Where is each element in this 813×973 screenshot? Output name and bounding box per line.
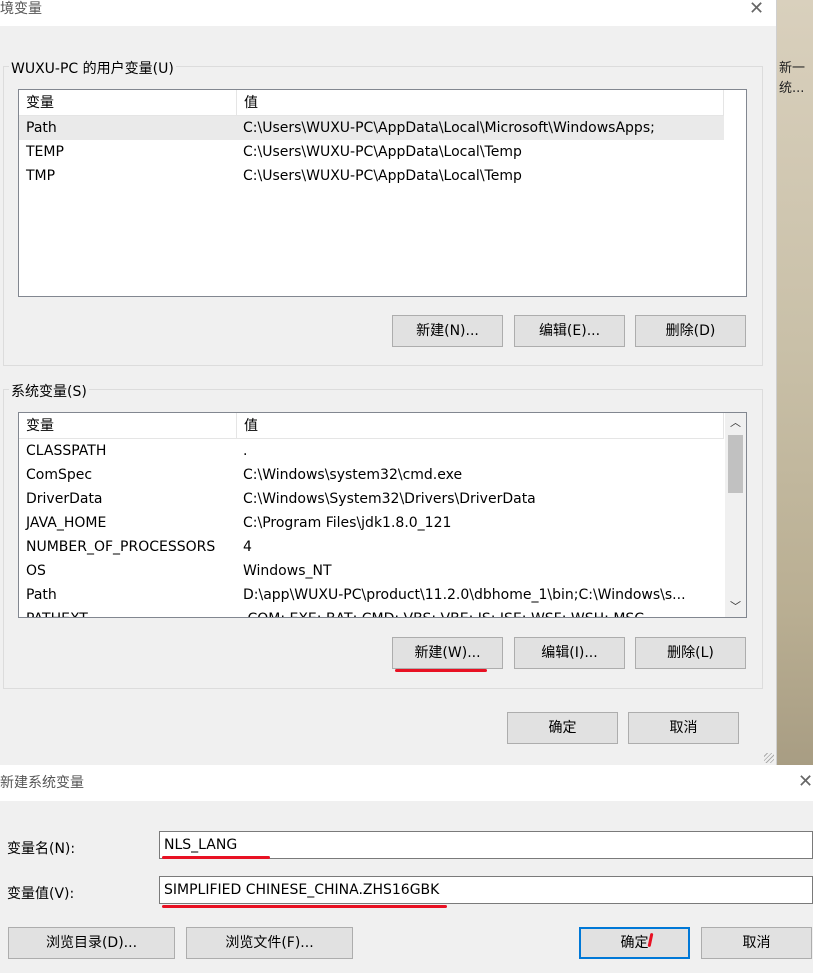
user-new-button[interactable]: 新建(N)... [392, 315, 503, 347]
scroll-up-icon[interactable]: ︿ [725, 413, 746, 433]
ok-button[interactable]: 确定 [507, 712, 618, 744]
table-row[interactable]: DriverData C:\Windows\System32\Drivers\D… [19, 487, 716, 511]
variable-value: C:\Windows\System32\Drivers\DriverData [243, 491, 536, 507]
browse-file-button[interactable]: 浏览文件(F)... [186, 927, 353, 959]
close-icon[interactable]: ✕ [798, 773, 813, 791]
red-underline-annotation [395, 669, 487, 672]
desktop-text-1: 新一 [779, 61, 806, 76]
desktop-background: 新一 统... [777, 0, 813, 765]
table-row[interactable]: OS Windows_NT [19, 559, 716, 583]
scroll-thumb[interactable] [728, 435, 743, 493]
column-header-variable[interactable]: 变量 [19, 413, 237, 438]
env-dialog-titlebar: 环境变量 ✕ [0, 0, 776, 26]
system-delete-button[interactable]: 删除(L) [635, 637, 746, 669]
new-system-variable-dialog: 新建系统变量 ✕ 变量名(N): NLS_LANG 变量值(V): SIMPLI… [0, 765, 813, 973]
variable-value: C:\Windows\system32\cmd.exe [243, 467, 463, 483]
variable-name-label: 变量名(N): [7, 841, 76, 857]
variable-value: C:\Users\WUXU-PC\AppData\Local\Microsoft… [243, 120, 655, 136]
variable-value-field[interactable]: SIMPLIFIED CHINESE_CHINA.ZHS16GBK [159, 876, 813, 904]
user-delete-button[interactable]: 删除(D) [635, 315, 746, 347]
env-dialog-title: 环境变量 [0, 1, 42, 17]
system-variables-label: 系统变量(S) [9, 381, 89, 401]
table-row[interactable]: TEMP C:\Users\WUXU-PC\AppData\Local\Temp [19, 140, 724, 164]
system-edit-button[interactable]: 编辑(I)... [514, 637, 625, 669]
variable-value: C:\Users\WUXU-PC\AppData\Local\Temp [243, 168, 522, 184]
variable-name: PATHEXT [19, 607, 236, 617]
variable-name: TMP [26, 168, 56, 184]
variable-name: JAVA_HOME [26, 515, 107, 531]
system-variables-list[interactable]: 变量 值 CLASSPATH . ComSpec C:\Windows\syst… [18, 412, 747, 618]
variable-name: ComSpec [26, 467, 93, 483]
new-dialog-cancel-button[interactable]: 取消 [701, 927, 812, 959]
variable-value: D:\app\WUXU-PC\product\11.2.0\dbhome_1\b… [243, 587, 686, 603]
variable-value: C:\Users\WUXU-PC\AppData\Local\Temp [243, 144, 522, 160]
table-row[interactable]: TMP C:\Users\WUXU-PC\AppData\Local\Temp [19, 164, 724, 188]
scroll-down-icon[interactable]: ﹀ [725, 597, 746, 617]
column-header-value[interactable]: 值 [237, 413, 724, 438]
variable-value: 4 [243, 539, 252, 555]
desktop-text-2: 统... [779, 81, 805, 96]
column-header-value[interactable]: 值 [237, 90, 724, 115]
variable-name: TEMP [26, 144, 64, 160]
cancel-button[interactable]: 取消 [628, 712, 739, 744]
table-row[interactable]: CLASSPATH . [19, 439, 716, 463]
system-list-header: 变量 值 [19, 413, 724, 439]
variable-name: Path [26, 120, 57, 136]
close-icon[interactable]: ✕ [749, 0, 764, 18]
variable-value: Windows_NT [243, 563, 332, 579]
environment-variables-dialog: 环境变量 ✕ WUXU-PC 的用户变量(U) 变量 值 Path C:\Use… [0, 0, 777, 765]
browse-directory-button[interactable]: 浏览目录(D)... [8, 927, 175, 959]
user-list-header: 变量 值 [19, 90, 724, 116]
table-row[interactable]: Path C:\Users\WUXU-PC\AppData\Local\Micr… [19, 116, 724, 140]
resize-grip-icon[interactable] [764, 753, 774, 763]
variable-value: . [243, 443, 248, 459]
variable-name: OS [26, 563, 46, 579]
red-underline-annotation [162, 905, 447, 908]
user-variables-list[interactable]: 变量 值 Path C:\Users\WUXU-PC\AppData\Local… [18, 89, 747, 297]
vertical-scrollbar[interactable]: ︿ ﹀ [725, 413, 746, 617]
red-underline-annotation [162, 856, 270, 859]
variable-value-label: 变量值(V): [7, 886, 75, 902]
variable-name: Path [26, 587, 57, 603]
variable-value: .COM;.EXE;.BAT;.CMD;.VBS;.VBE;.JS;.JSE;.… [236, 607, 716, 617]
user-variables-label: WUXU-PC 的用户变量(U) [9, 58, 176, 78]
variable-name: CLASSPATH [26, 443, 107, 459]
system-new-button[interactable]: 新建(W)... [392, 637, 503, 669]
new-dialog-titlebar: 新建系统变量 ✕ [0, 765, 813, 801]
table-row[interactable]: PATHEXT .COM;.EXE;.BAT;.CMD;.VBS;.VBE;.J… [19, 607, 716, 617]
table-row[interactable]: JAVA_HOME C:\Program Files\jdk1.8.0_121 [19, 511, 716, 535]
new-dialog-ok-button[interactable]: 确定 [579, 927, 690, 959]
new-dialog-title: 新建系统变量 [0, 775, 84, 791]
variable-name: NUMBER_OF_PROCESSORS [26, 539, 216, 555]
table-row[interactable]: NUMBER_OF_PROCESSORS 4 [19, 535, 716, 559]
table-row[interactable]: ComSpec C:\Windows\system32\cmd.exe [19, 463, 716, 487]
table-row[interactable]: Path D:\app\WUXU-PC\product\11.2.0\dbhom… [19, 583, 716, 607]
variable-name-field[interactable]: NLS_LANG [159, 831, 813, 859]
variable-value: C:\Program Files\jdk1.8.0_121 [243, 515, 452, 531]
variable-name: DriverData [26, 491, 103, 507]
column-header-variable[interactable]: 变量 [19, 90, 237, 115]
user-edit-button[interactable]: 编辑(E)... [514, 315, 625, 347]
